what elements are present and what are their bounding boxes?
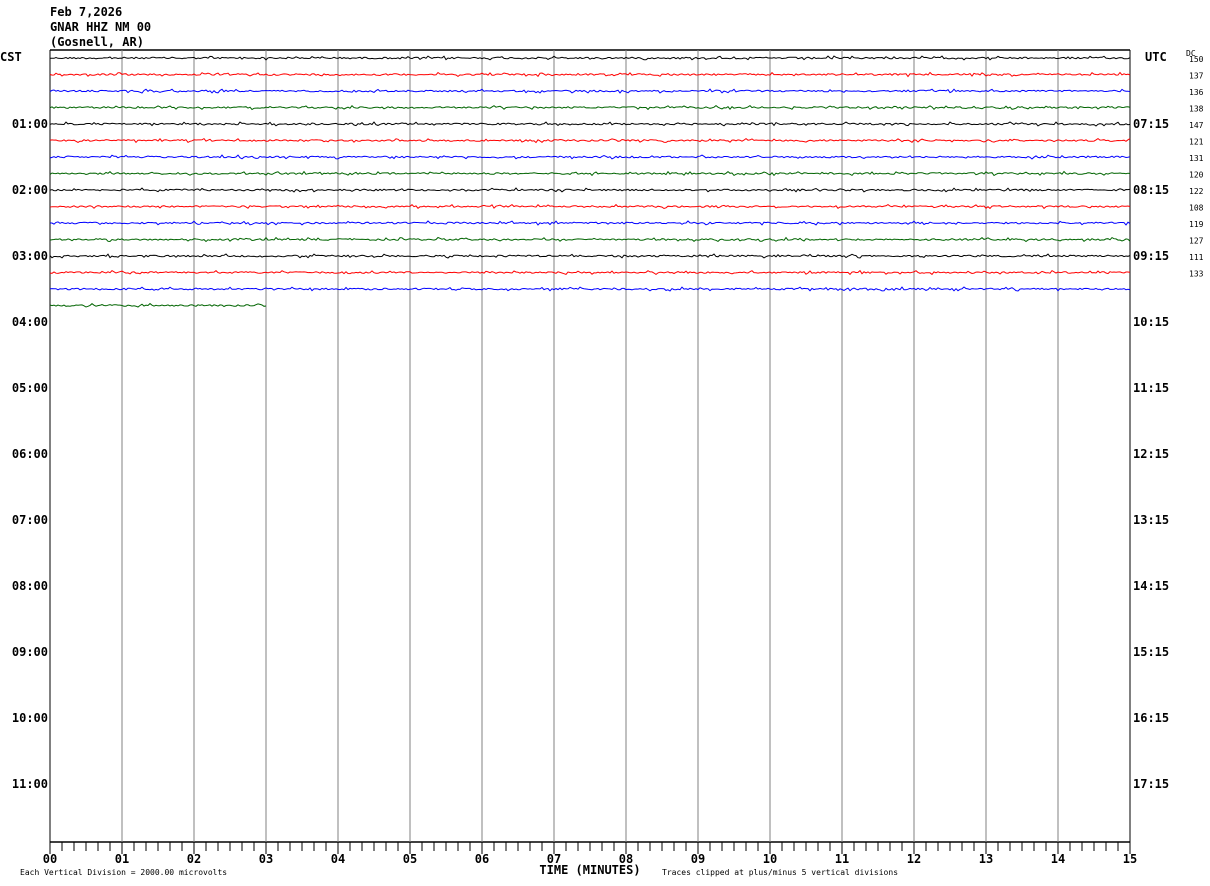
seismic-trace <box>49 302 267 308</box>
right-hour-label: 07:15 <box>1133 117 1169 131</box>
left-hour-label: 07:00 <box>12 513 48 527</box>
x-tick-label: 10 <box>763 852 777 866</box>
left-hour-label: 09:00 <box>12 645 48 659</box>
left-timezone-label: CST <box>0 50 22 64</box>
left-hour-label: 10:00 <box>12 711 48 725</box>
seismic-trace <box>49 203 1131 210</box>
footer-scale-note: Each Vertical Division = 2000.00 microvo… <box>20 868 227 877</box>
right-timezone-label: UTC <box>1145 50 1167 64</box>
x-tick-label: 13 <box>979 852 993 866</box>
left-hour-label: 04:00 <box>12 315 48 329</box>
seismic-trace <box>49 88 1131 94</box>
x-tick-label: 08 <box>619 852 633 866</box>
right-hour-label: 13:15 <box>1133 513 1169 527</box>
x-tick-label: 01 <box>115 852 129 866</box>
dc-offset-label: 150 <box>1189 55 1204 64</box>
seismic-trace <box>49 170 1131 177</box>
left-hour-label: 03:00 <box>12 249 48 263</box>
x-tick-label: 05 <box>403 852 417 866</box>
seismic-trace <box>49 253 1131 259</box>
dc-offset-label: 137 <box>1189 72 1204 81</box>
x-tick-label: 02 <box>187 852 201 866</box>
x-tick-label: 03 <box>259 852 273 866</box>
x-tick-label: 11 <box>835 852 849 866</box>
x-tick-label: 07 <box>547 852 561 866</box>
dc-offset-label: 122 <box>1189 187 1204 196</box>
dc-offset-label: 127 <box>1189 237 1204 246</box>
dc-offset-label: 131 <box>1189 154 1204 163</box>
right-hour-label: 08:15 <box>1133 183 1169 197</box>
x-tick-label: 00 <box>43 852 57 866</box>
x-tick-label: 14 <box>1051 852 1065 866</box>
seismic-trace <box>49 269 1131 276</box>
location-label: (Gosnell, AR) <box>50 35 144 49</box>
right-hour-label: 16:15 <box>1133 711 1169 725</box>
x-tick-label: 15 <box>1123 852 1137 866</box>
left-hour-label: 01:00 <box>12 117 48 131</box>
seismic-trace <box>50 220 1131 226</box>
helicorder-chart: Feb 7,2026 GNAR HHZ NM 00 (Gosnell, AR) … <box>0 5 1204 877</box>
dc-offset-label: 138 <box>1189 105 1204 114</box>
right-hour-label: 10:15 <box>1133 315 1169 329</box>
left-hour-label: 08:00 <box>12 579 48 593</box>
seismic-trace <box>49 121 1131 127</box>
left-hour-label: 05:00 <box>12 381 48 395</box>
dc-offset-label: 136 <box>1189 88 1204 97</box>
left-hour-label: 11:00 <box>12 777 48 791</box>
dc-offset-label: 147 <box>1189 121 1204 130</box>
footer-clip-note: Traces clipped at plus/minus 5 vertical … <box>662 868 898 877</box>
right-hour-label: 11:15 <box>1133 381 1169 395</box>
seismic-trace <box>49 236 1131 243</box>
seismic-trace <box>49 137 1131 144</box>
dc-offset-label: 119 <box>1189 220 1204 229</box>
dc-offset-label: 120 <box>1189 171 1204 180</box>
right-hour-label: 12:15 <box>1133 447 1169 461</box>
right-hour-label: 15:15 <box>1133 645 1169 659</box>
x-tick-label: 06 <box>475 852 489 866</box>
x-tick-label: 09 <box>691 852 705 866</box>
date-label: Feb 7,2026 <box>50 5 122 19</box>
dc-offset-label: 121 <box>1189 138 1204 147</box>
station-label: GNAR HHZ NM 00 <box>50 20 151 34</box>
dc-offset-label: 133 <box>1189 270 1204 279</box>
seismic-trace <box>49 71 1131 78</box>
dc-offset-label: 111 <box>1189 253 1204 262</box>
dc-offset-label: 108 <box>1189 204 1204 213</box>
right-hour-label: 17:15 <box>1133 777 1169 791</box>
seismic-trace <box>49 286 1131 292</box>
seismic-trace <box>49 104 1131 111</box>
seismic-trace <box>49 154 1131 160</box>
x-tick-label: 12 <box>907 852 921 866</box>
right-hour-label: 09:15 <box>1133 249 1169 263</box>
left-hour-label: 06:00 <box>12 447 48 461</box>
seismic-trace <box>50 55 1131 61</box>
left-hour-label: 02:00 <box>12 183 48 197</box>
seismic-trace <box>49 187 1131 193</box>
right-hour-label: 14:15 <box>1133 579 1169 593</box>
x-tick-label: 04 <box>331 852 345 866</box>
